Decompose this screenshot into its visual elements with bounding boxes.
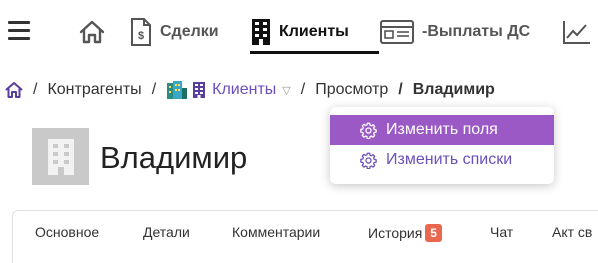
breadcrumb: / Контрагенты / Клиенты ▽ / Просмотр / В…: [5, 78, 495, 102]
tab-chat[interactable]: Чат: [490, 224, 513, 240]
tab-label: Комментарии: [232, 224, 321, 240]
tab-details[interactable]: Детали: [143, 224, 190, 240]
caret-down-icon: ▽: [282, 84, 291, 97]
nav-active-underline: [250, 51, 379, 54]
tab-bar: Основное Детали Комментарии История 5 Чат…: [12, 210, 598, 263]
menu-item-edit-lists[interactable]: Изменить списки: [330, 145, 554, 175]
tab-label: Акт св: [552, 224, 593, 240]
page-title: Владимир: [100, 140, 248, 175]
avatar: [32, 128, 89, 185]
chart-icon: [563, 21, 590, 44]
count-badge: 5: [425, 224, 442, 242]
home-icon: [79, 20, 105, 44]
breadcrumb-clients-label: Клиенты: [212, 81, 277, 98]
id-card-icon: [380, 20, 414, 44]
tab-comments[interactable]: Комментарии: [232, 224, 320, 240]
breadcrumb-separator: /: [300, 81, 306, 98]
tab-label: Основное: [35, 224, 100, 240]
nav-deals-label: Сделки: [160, 23, 219, 40]
tab-history[interactable]: История 5: [368, 224, 442, 242]
hamburger-menu-icon[interactable]: [8, 21, 30, 40]
tab-label: Чат: [490, 224, 514, 240]
top-navigation: $ Сделки Клиенты -Выплаты ДС: [0, 0, 598, 60]
tab-label: Детали: [143, 224, 190, 240]
menu-item-label: Изменить списки: [386, 151, 513, 168]
menu-item-label: Изменить поля: [386, 121, 498, 138]
nav-payouts[interactable]: -Выплаты ДС: [380, 12, 530, 52]
svg-text:$: $: [138, 30, 144, 42]
breadcrumb-current: Владимир: [412, 81, 495, 98]
tab-act[interactable]: Акт св: [552, 224, 592, 240]
buildings-color-icon: [167, 81, 188, 99]
breadcrumb-view[interactable]: Просмотр: [315, 81, 388, 99]
nav-reports[interactable]: [562, 12, 590, 52]
nav-home[interactable]: [78, 12, 106, 52]
deals-document-icon: $: [131, 18, 151, 46]
breadcrumb-separator: /: [398, 81, 403, 98]
tab-label: История: [368, 225, 423, 241]
breadcrumb-clients-dropdown[interactable]: Клиенты ▽: [166, 80, 291, 100]
building-icon: [193, 82, 206, 98]
menu-item-edit-fields[interactable]: Изменить поля: [330, 115, 554, 145]
tab-main[interactable]: Основное: [35, 224, 99, 240]
nav-clients-label: Клиенты: [279, 23, 349, 40]
nav-payouts-label: -Выплаты ДС: [422, 23, 531, 40]
nav-deals[interactable]: $ Сделки: [130, 12, 219, 52]
building-icon: [252, 19, 270, 45]
gear-icon: [360, 122, 377, 139]
breadcrumb-contractors[interactable]: Контрагенты: [47, 81, 141, 99]
nav-clients[interactable]: Клиенты: [251, 12, 349, 52]
clients-dropdown-menu: Изменить поля Изменить списки: [330, 107, 554, 184]
home-icon[interactable]: [5, 81, 23, 99]
building-icon: [47, 138, 74, 175]
breadcrumb-separator: /: [33, 81, 38, 98]
breadcrumb-separator: /: [151, 81, 157, 98]
gear-icon: [360, 152, 377, 169]
